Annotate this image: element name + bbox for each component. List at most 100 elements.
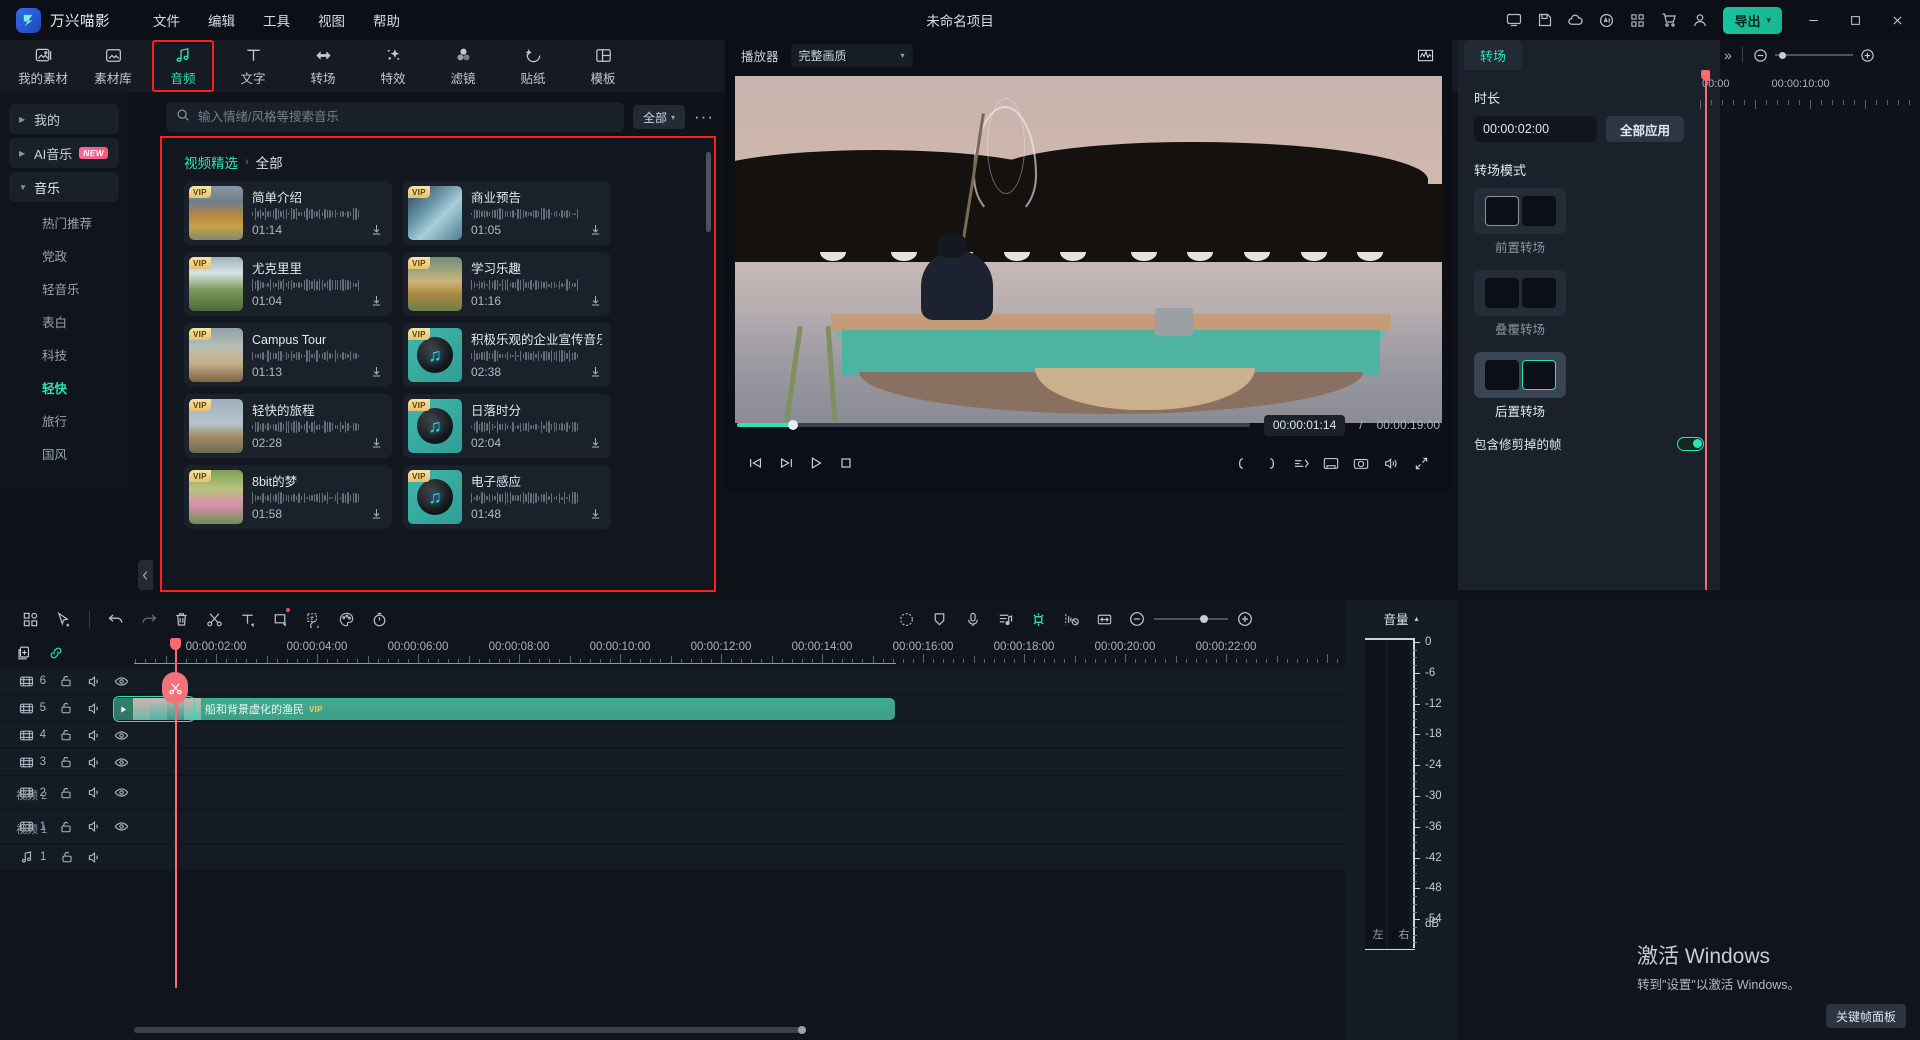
download-icon[interactable] <box>370 223 383 236</box>
volume-icon[interactable] <box>1376 449 1406 477</box>
quality-dropdown[interactable]: 完整画质 ▾ <box>791 44 913 67</box>
grid-icon[interactable] <box>1622 5 1653 36</box>
filter-dropdown[interactable]: 全部 ▾ <box>633 105 685 129</box>
prev-frame-icon[interactable] <box>741 449 771 477</box>
menu-tools[interactable]: 工具 <box>250 4 303 36</box>
menu-help[interactable]: 帮助 <box>360 4 413 36</box>
redo-icon[interactable] <box>132 604 165 634</box>
unlock-icon[interactable] <box>54 701 79 715</box>
eye-icon[interactable] <box>109 819 134 834</box>
tab-filter[interactable]: 滤镜 <box>434 42 492 90</box>
download-icon[interactable] <box>589 294 602 307</box>
apply-all-button[interactable]: 全部应用 <box>1606 116 1684 142</box>
music-card[interactable]: VIP学习乐趣01:16 <box>403 252 611 316</box>
nav-group-ai-music[interactable]: ▶ AI音乐 NEW <box>9 138 119 168</box>
timeline-playhead-handle[interactable] <box>170 638 181 650</box>
search-box[interactable] <box>166 102 624 132</box>
mode-overlap-transition[interactable] <box>1474 270 1566 316</box>
zoom-in-icon[interactable] <box>1860 48 1875 63</box>
layout-icon[interactable] <box>14 604 47 634</box>
play-icon[interactable] <box>801 449 831 477</box>
more-options-button[interactable]: ··· <box>694 107 714 127</box>
speaker-icon[interactable] <box>82 819 107 834</box>
mode-prefix-transition[interactable] <box>1474 188 1566 234</box>
music-card[interactable]: ♫VIP电子感应01:48 <box>403 465 611 529</box>
speaker-icon[interactable] <box>82 755 107 770</box>
menu-file[interactable]: 文件 <box>140 4 193 36</box>
link-icon[interactable] <box>48 645 64 661</box>
expand-icon[interactable] <box>1406 449 1436 477</box>
voiceover-icon[interactable] <box>956 604 989 634</box>
tab-template[interactable]: 模板 <box>574 42 632 90</box>
timeline-hscrollbar[interactable] <box>134 1027 1334 1033</box>
speaker-icon[interactable] <box>82 701 107 716</box>
music-card[interactable]: ♫VIP日落时分02:04 <box>403 394 611 458</box>
tab-transition[interactable]: 转场 <box>294 42 352 90</box>
user-icon[interactable] <box>1684 5 1715 36</box>
unlock-icon[interactable] <box>54 850 79 864</box>
eye-icon[interactable] <box>109 755 134 770</box>
green-screen-icon[interactable] <box>1022 604 1055 634</box>
ruler-scale[interactable]: 00:0000:00:02:0000:00:04:0000:00:06:0000… <box>134 638 1345 668</box>
split-icon[interactable] <box>198 604 231 634</box>
timeline-zoom-in-icon[interactable] <box>1237 611 1253 627</box>
top-playhead-handle[interactable] <box>1701 70 1710 81</box>
unlock-icon[interactable] <box>54 674 79 688</box>
track-lane[interactable] <box>134 668 1345 695</box>
silence-detect-icon[interactable] <box>1055 604 1088 634</box>
tab-library[interactable]: 素材库 <box>84 42 142 90</box>
download-icon[interactable] <box>370 507 383 520</box>
nav-group-music[interactable]: ▼ 音乐 <box>9 172 119 202</box>
track-lane[interactable] <box>134 749 1345 776</box>
ai-icon[interactable] <box>1591 5 1622 36</box>
audio-detach-icon[interactable] <box>989 604 1022 634</box>
speed-icon[interactable] <box>363 604 396 634</box>
nav-item-tech[interactable]: 科技 <box>0 338 128 371</box>
unlock-icon[interactable] <box>54 786 79 800</box>
duration-input[interactable]: 00:00:02:00 <box>1474 116 1597 142</box>
clip-play-icon[interactable] <box>113 698 133 720</box>
fit-icon[interactable] <box>1088 604 1121 634</box>
menu-view[interactable]: 视图 <box>305 4 358 36</box>
mark-out-icon[interactable] <box>1256 449 1286 477</box>
stop-icon[interactable] <box>831 449 861 477</box>
speaker-icon[interactable] <box>82 785 107 800</box>
unlock-icon[interactable] <box>54 755 79 769</box>
keyframe-icon[interactable] <box>890 604 923 634</box>
tab-my-media[interactable]: 我的素材 <box>14 42 72 90</box>
music-card[interactable]: VIP商业预告01:05 <box>403 181 611 245</box>
chevron-double-right-icon[interactable]: » <box>1724 47 1732 63</box>
undo-icon[interactable] <box>99 604 132 634</box>
export-button[interactable]: 导出 ▾ <box>1723 7 1782 34</box>
music-card[interactable]: VIP轻快的旅程02:28 <box>184 394 392 458</box>
zoom-slider[interactable] <box>1775 54 1853 56</box>
volume-meter-header[interactable]: 音量 ▴ <box>1345 600 1457 630</box>
nav-group-mine[interactable]: ▶ 我的 <box>9 104 119 134</box>
cart-icon[interactable] <box>1653 5 1684 36</box>
unlock-icon[interactable] <box>54 728 79 742</box>
nav-item-light-music[interactable]: 轻音乐 <box>0 272 128 305</box>
music-card[interactable]: VIPCampus Tour01:13 <box>184 323 392 387</box>
nav-item-government[interactable]: 党政 <box>0 239 128 272</box>
seek-handle[interactable] <box>788 420 798 430</box>
speaker-icon[interactable] <box>82 850 107 865</box>
auto-caption-icon[interactable] <box>297 604 330 634</box>
save-icon[interactable] <box>1529 5 1560 36</box>
sidebar-collapse-button[interactable] <box>138 560 153 590</box>
keyframe-panel-button[interactable]: 关键帧面板 <box>1826 1004 1906 1028</box>
track-lane[interactable]: 船和背景虚化的渔民VIP <box>134 695 1345 722</box>
fullscreen-icon[interactable] <box>1316 449 1346 477</box>
download-icon[interactable] <box>370 436 383 449</box>
unlock-icon[interactable] <box>54 820 79 834</box>
search-input[interactable] <box>198 110 614 124</box>
music-card[interactable]: VIP8bit的梦01:58 <box>184 465 392 529</box>
color-icon[interactable] <box>330 604 363 634</box>
track-lane[interactable] <box>134 844 1345 871</box>
tab-effects[interactable]: 特效 <box>364 42 422 90</box>
cloud-icon[interactable] <box>1560 5 1591 36</box>
split-clip-button[interactable] <box>162 672 188 704</box>
eye-icon[interactable] <box>109 728 134 743</box>
download-icon[interactable] <box>370 294 383 307</box>
track-lane[interactable] <box>134 776 1345 810</box>
download-icon[interactable] <box>589 223 602 236</box>
